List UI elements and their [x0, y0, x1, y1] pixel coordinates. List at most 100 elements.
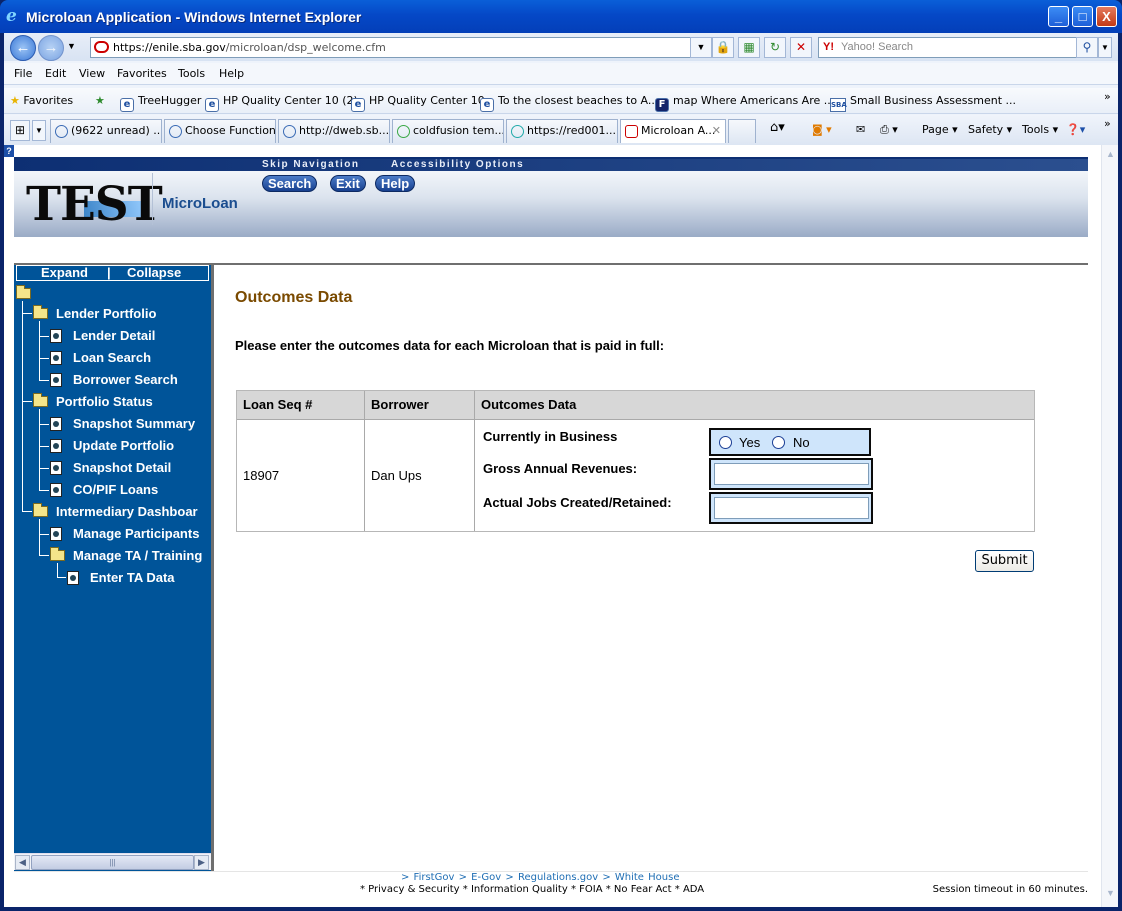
sidebar-item-loan-search[interactable]: Loan Search: [73, 350, 151, 365]
more-favorites-icon[interactable]: »: [1104, 90, 1111, 103]
fav-small-business[interactable]: SBA Small Business Assessment ...: [830, 94, 1016, 112]
footer-info-quality[interactable]: * Information Quality: [463, 884, 568, 895]
page-vertical-scrollbar[interactable]: ▲ ▼: [1101, 145, 1118, 907]
fav-hp-quality-center[interactable]: e HP Quality Center 10: [351, 94, 485, 112]
no-radio[interactable]: [772, 436, 785, 449]
tools-menu[interactable]: Tools ▾: [1022, 123, 1058, 136]
scroll-thumb[interactable]: |||: [31, 855, 194, 870]
new-tab-button[interactable]: [728, 119, 756, 143]
lock-icon[interactable]: 🔒: [712, 37, 734, 58]
footer-link-regulations[interactable]: > Regulations.gov: [505, 872, 598, 883]
address-input[interactable]: https://enile.sba.gov/microloan/dsp_welc…: [90, 37, 712, 58]
footer-link-whitehouse[interactable]: > White House: [602, 872, 679, 883]
home-icon[interactable]: ⌂▾: [770, 120, 785, 135]
tree-line: [22, 301, 23, 511]
currently-in-business-label: Currently in Business: [483, 429, 618, 444]
sidebar-item-update-portfolio[interactable]: Update Portfolio: [73, 438, 174, 453]
back-button[interactable]: ←: [10, 35, 36, 61]
tab-dweb[interactable]: http://dweb.sb...: [278, 119, 390, 143]
sidebar-item-intermediary-dashboard[interactable]: Intermediary Dashboar: [56, 504, 198, 519]
footer-foia[interactable]: * FOIA: [571, 884, 603, 895]
search-button[interactable]: Search: [262, 175, 318, 192]
feeds-icon[interactable]: ◙ ▾: [812, 123, 832, 136]
help-button[interactable]: Help: [375, 175, 416, 192]
tab-choose-function[interactable]: Choose Function: [164, 119, 276, 143]
search-options-icon[interactable]: ▼: [1098, 37, 1112, 58]
help-icon[interactable]: ❓▾: [1066, 123, 1085, 136]
refresh-icon[interactable]: ↻: [764, 37, 786, 58]
search-icon[interactable]: ⚲: [1076, 37, 1098, 58]
fav-hp-quality-center-2[interactable]: e HP Quality Center 10 (2): [205, 94, 358, 112]
sidebar-item-snapshot-summary[interactable]: Snapshot Summary: [73, 416, 195, 431]
page-menu[interactable]: Page ▾: [922, 123, 958, 136]
submit-button[interactable]: Submit: [975, 550, 1034, 572]
footer-link-firstgov[interactable]: > FirstGov: [401, 872, 454, 883]
favorites-button[interactable]: ★ Favorites: [10, 94, 73, 107]
compat-view-icon[interactable]: ▦: [738, 37, 760, 58]
footer-privacy[interactable]: * Privacy & Security: [360, 884, 460, 895]
site-icon: [94, 41, 109, 53]
close-window-button[interactable]: X: [1096, 6, 1117, 27]
menu-edit[interactable]: Edit: [45, 67, 66, 80]
accessibility-options-link[interactable]: Accessibility Options: [391, 159, 524, 170]
fav-beaches[interactable]: e To the closest beaches to A...: [480, 94, 658, 112]
search-input[interactable]: Y! Yahoo! Search: [818, 37, 1082, 58]
more-commands-icon[interactable]: »: [1104, 117, 1111, 130]
menu-help[interactable]: Help: [219, 67, 244, 80]
tree-line: [39, 490, 49, 491]
quick-tabs-icon[interactable]: ⊞: [10, 120, 30, 141]
tree-line: [39, 468, 49, 469]
scroll-left-icon[interactable]: ◀: [15, 855, 30, 870]
gross-revenue-input[interactable]: [714, 463, 869, 485]
exit-button[interactable]: Exit: [330, 175, 366, 192]
sidebar-item-borrower-search[interactable]: Borrower Search: [73, 372, 178, 387]
sidebar-horizontal-scrollbar[interactable]: ◀ ||| ▶: [14, 853, 211, 870]
menu-view[interactable]: View: [79, 67, 105, 80]
tab-list-icon[interactable]: ▼: [32, 120, 46, 141]
scroll-down-icon[interactable]: ▼: [1103, 886, 1118, 901]
scroll-up-icon[interactable]: ▲: [1103, 147, 1118, 162]
skip-navigation-link[interactable]: Skip Navigation: [262, 159, 360, 170]
menu-tools[interactable]: Tools: [178, 67, 205, 80]
tab-microloan[interactable]: Microloan A... ✕: [620, 119, 726, 143]
print-icon[interactable]: ⎙ ▾: [880, 123, 898, 137]
collapse-link[interactable]: Collapse: [127, 266, 181, 280]
url-domain: https://enile.sba.gov: [113, 41, 226, 54]
maximize-button[interactable]: □: [1072, 6, 1093, 27]
sidebar-item-manage-ta-training[interactable]: Manage TA / Training: [73, 548, 202, 563]
sidebar-item-co-pif-loans[interactable]: CO/PIF Loans: [73, 482, 158, 497]
sidebar-item-portfolio-status[interactable]: Portfolio Status: [56, 394, 153, 409]
minimize-button[interactable]: _: [1048, 6, 1069, 27]
tab-mail[interactable]: (9622 unread) ...: [50, 119, 162, 143]
banner-divider: [152, 173, 153, 225]
tree-line: [39, 321, 40, 381]
add-favorite-icon[interactable]: ★: [95, 94, 105, 107]
address-dropdown-icon[interactable]: ▼: [690, 37, 712, 58]
safety-menu[interactable]: Safety ▾: [968, 123, 1012, 136]
fav-map[interactable]: Fmap Where Americans Are ...: [655, 94, 834, 112]
tab-coldfusion[interactable]: coldfusion tem...: [392, 119, 504, 143]
footer-link-egov[interactable]: > E-Gov: [459, 872, 502, 883]
forward-button[interactable]: →: [38, 35, 64, 61]
menu-file[interactable]: File: [14, 67, 32, 80]
scroll-right-icon[interactable]: ▶: [194, 855, 209, 870]
stop-icon[interactable]: ✕: [790, 37, 812, 58]
footer-no-fear[interactable]: * No Fear Act: [606, 884, 672, 895]
read-mail-icon[interactable]: ✉: [856, 123, 865, 136]
address-row: ← → ▼ https://enile.sba.gov/microloan/ds…: [4, 33, 1118, 61]
sidebar-item-lender-detail[interactable]: Lender Detail: [73, 328, 155, 343]
menu-favorites[interactable]: Favorites: [117, 67, 167, 80]
yes-radio[interactable]: [719, 436, 732, 449]
sidebar-item-lender-portfolio[interactable]: Lender Portfolio: [56, 306, 156, 321]
tab-red001[interactable]: https://red001...: [506, 119, 618, 143]
footer-ada[interactable]: * ADA: [675, 884, 704, 895]
fav-treehugger[interactable]: e TreeHugger: [120, 94, 201, 112]
jobs-input[interactable]: [714, 497, 869, 519]
history-dropdown-icon[interactable]: ▼: [67, 41, 76, 51]
expand-link[interactable]: Expand: [41, 266, 88, 280]
sidebar-item-snapshot-detail[interactable]: Snapshot Detail: [73, 460, 171, 475]
tree-line: [39, 534, 49, 535]
close-tab-icon[interactable]: ✕: [712, 120, 721, 142]
sidebar-item-enter-ta-data[interactable]: Enter TA Data: [90, 570, 175, 585]
sidebar-item-manage-participants[interactable]: Manage Participants: [73, 526, 199, 541]
